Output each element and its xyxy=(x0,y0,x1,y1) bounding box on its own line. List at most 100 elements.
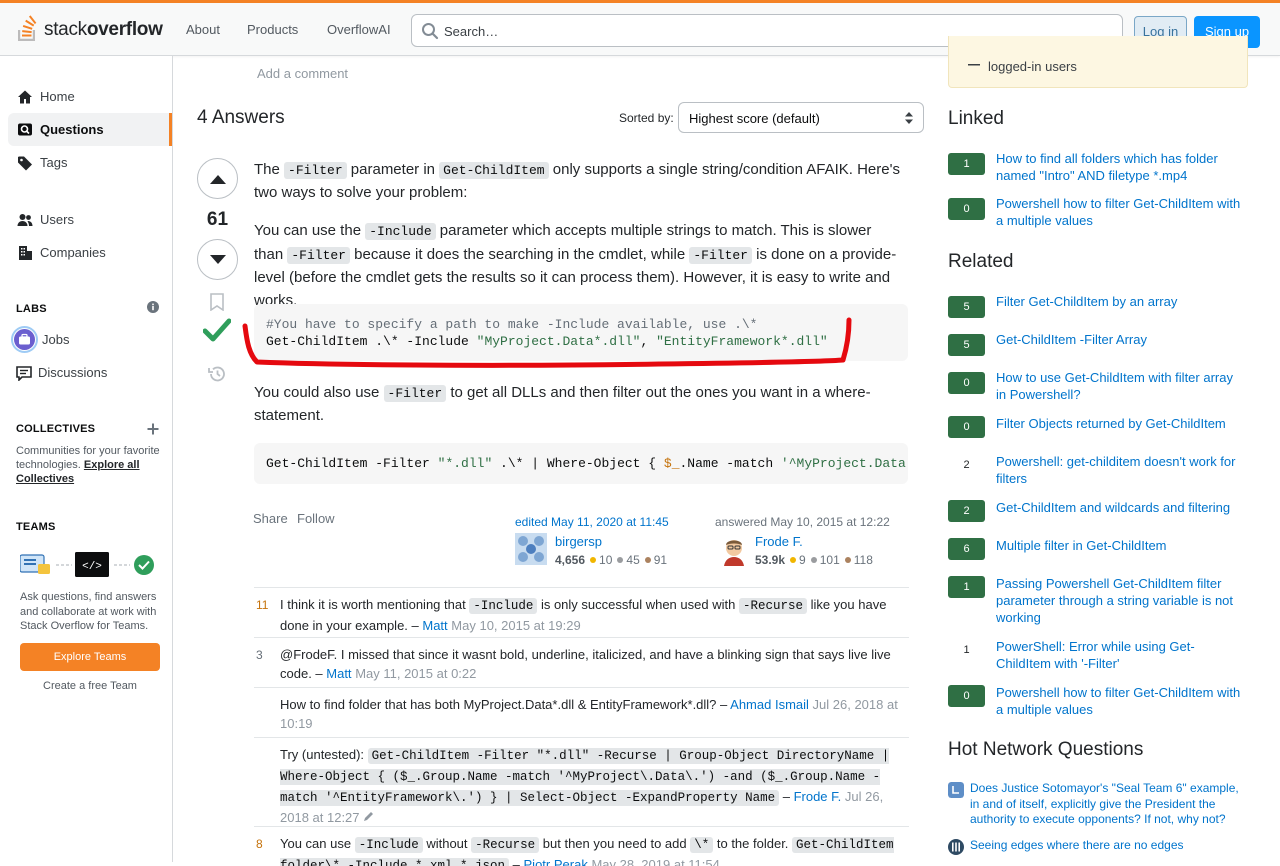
answer-paragraph-1: The -Filter parameter in Get-ChildItem o… xyxy=(254,159,904,204)
briefcase-icon xyxy=(14,329,35,350)
gold-badge-icon xyxy=(790,557,797,563)
comment-date: May 10, 2015 at 19:29 xyxy=(451,618,581,633)
nav-item-tags[interactable]: Tags xyxy=(8,146,172,179)
code-text: .Name -match xyxy=(679,456,781,471)
answer-count-badge: 5 xyxy=(948,334,985,356)
question-link[interactable]: Powershell: get-childitem doesn't work f… xyxy=(996,453,1246,487)
answer-count-badge: 5 xyxy=(948,296,985,318)
answer-count-badge: 1 xyxy=(948,153,985,175)
answer-count-badge: 2 xyxy=(948,500,985,522)
silver-badge-count: 45 xyxy=(626,553,640,567)
inline-code: -Filter xyxy=(284,162,347,179)
answer-count-badge: 2 xyxy=(963,459,970,471)
upvote-button[interactable] xyxy=(197,158,238,199)
collectives-description: Communities for your favorite technologi… xyxy=(16,444,164,486)
editor-avatar[interactable] xyxy=(515,533,547,565)
question-link[interactable]: Seeing edges where there are no edges xyxy=(970,838,1240,854)
gold-badge-count: 10 xyxy=(599,553,613,567)
question-link[interactable]: Does Justice Sotomayor's "Seal Team 6" e… xyxy=(970,781,1240,828)
nav-item-questions[interactable]: Questions xyxy=(8,113,172,146)
comment-body: How to find folder that has both MyProje… xyxy=(280,695,902,733)
accepted-check-icon xyxy=(203,318,231,342)
comment-user-link[interactable]: Frode F. xyxy=(794,789,842,804)
author-avatar[interactable] xyxy=(719,534,749,566)
nav-item-jobs[interactable]: Jobs xyxy=(8,323,172,356)
question-link[interactable]: Powershell how to filter Get-ChildItem w… xyxy=(996,195,1246,229)
answer-score: 61 xyxy=(206,209,229,230)
svg-text:</>: </> xyxy=(82,561,102,573)
question-link[interactable]: PowerShell: Error while using Get-ChildI… xyxy=(996,638,1246,672)
inline-code: -Recurse xyxy=(738,598,807,614)
stackoverflow-logo[interactable]: stackoverflow xyxy=(16,12,164,44)
question-link[interactable]: Get-ChildItem -Filter Array xyxy=(996,331,1246,348)
question-link[interactable]: Multiple filter in Get-ChildItem xyxy=(996,537,1246,554)
question-link[interactable]: Filter Get-ChildItem by an array xyxy=(996,293,1246,310)
answers-count: 4 xyxy=(197,107,208,128)
left-sidebar: Home Questions Tags Users Companies LABS… xyxy=(0,56,173,862)
nav-products[interactable]: Products xyxy=(247,22,298,37)
question-link[interactable]: Passing Powershell Get-ChildItem filter … xyxy=(996,575,1246,626)
share-link[interactable]: Share xyxy=(253,511,288,526)
teams-illustration: </> xyxy=(20,552,154,577)
questions-icon xyxy=(18,123,32,136)
code-text: Get-ChildItem -Filter xyxy=(266,456,438,471)
notice-box: logged-in users xyxy=(948,36,1248,88)
text-run: You can use xyxy=(280,836,355,851)
answer-count-badge: 0 xyxy=(948,372,985,394)
comment-item: 8 You can use -Include without -Recurse … xyxy=(254,826,909,866)
answer-count-badge: 0 xyxy=(948,416,985,438)
comment-body: I think it is worth mentioning that -Inc… xyxy=(280,595,902,635)
teams-description: Ask questions, find answers and collabor… xyxy=(20,591,157,632)
comment-body: You can use -Include without -Recurse bu… xyxy=(280,834,902,866)
code-variable: $_ xyxy=(663,456,680,471)
nav-item-users[interactable]: Users xyxy=(8,203,172,236)
sort-select[interactable]: Highest score (default) xyxy=(678,102,924,133)
nav-about[interactable]: About xyxy=(186,22,220,37)
code-text: .\* | Where-Object { xyxy=(492,456,664,471)
editor-name[interactable]: birgersp xyxy=(555,534,602,549)
bookmark-icon[interactable] xyxy=(209,293,225,311)
red-annotation-underline xyxy=(242,317,852,368)
explore-teams-button[interactable]: Explore Teams xyxy=(20,643,160,671)
nav-item-companies[interactable]: Companies xyxy=(8,236,172,269)
pencil-icon xyxy=(364,812,374,821)
notice-text: logged-in users xyxy=(988,59,1077,74)
question-link[interactable]: How to use Get-ChildItem with filter arr… xyxy=(996,369,1246,403)
main-content: Add a comment 4 Answers Sorted by: Highe… xyxy=(173,56,935,866)
companies-icon xyxy=(19,246,32,260)
question-link[interactable]: How to find all folders which has folder… xyxy=(996,150,1246,184)
inline-code: -Recurse xyxy=(471,837,540,853)
text-run: Try (untested): xyxy=(280,747,368,762)
comment-user-link[interactable]: Matt xyxy=(326,666,351,681)
nav-overflowai[interactable]: OverflowAI xyxy=(327,22,391,37)
comment-user-link[interactable]: Matt xyxy=(422,618,447,633)
author-signature: answered May 10, 2015 at 12:22 Frode F. … xyxy=(715,515,910,591)
sorted-by-label: Sorted by: xyxy=(619,111,674,125)
comment-body: @FrodeF. I missed that since it wasnt bo… xyxy=(280,645,902,683)
add-comment-link[interactable]: Add a comment xyxy=(257,66,348,81)
nav-item-home[interactable]: Home xyxy=(8,80,172,113)
follow-link[interactable]: Follow xyxy=(297,511,335,526)
question-link[interactable]: Filter Objects returned by Get-ChildItem xyxy=(996,415,1246,432)
comment-date: May 11, 2015 at 0:22 xyxy=(355,666,477,681)
comment-user-link[interactable]: Ahmad Ismail xyxy=(730,697,809,712)
comment-item: Try (untested): Get-ChildItem -Filter "*… xyxy=(254,737,909,827)
search-icon xyxy=(422,23,439,40)
code-string: '^MyProject.Data xyxy=(780,456,906,471)
history-icon[interactable] xyxy=(207,364,227,384)
nav-item-discussions[interactable]: Discussions xyxy=(8,356,172,389)
comment-item: How to find folder that has both MyProje… xyxy=(254,687,909,737)
plus-icon[interactable] xyxy=(147,423,159,435)
users-icon xyxy=(17,214,33,226)
editor-signature: edited May 11, 2020 at 11:45 birgersp 4,… xyxy=(515,515,705,567)
create-team-link[interactable]: Create a free Team xyxy=(20,680,160,692)
downvote-button[interactable] xyxy=(197,239,238,280)
info-icon[interactable] xyxy=(147,301,159,313)
comment-body: Try (untested): Get-ChildItem -Filter "*… xyxy=(280,745,902,827)
question-link[interactable]: Get-ChildItem and wildcards and filterin… xyxy=(996,499,1246,516)
author-name[interactable]: Frode F. xyxy=(755,534,803,549)
inline-code: -Include xyxy=(354,837,423,853)
question-link[interactable]: Powershell how to filter Get-ChildItem w… xyxy=(996,684,1246,718)
inline-code: -Filter xyxy=(287,246,350,264)
edited-timestamp-link[interactable]: edited May 11, 2020 at 11:45 xyxy=(515,515,669,529)
